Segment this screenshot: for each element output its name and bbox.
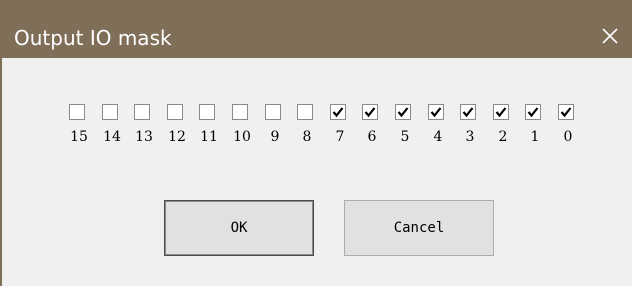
bit-11-checkbox[interactable] <box>199 104 215 120</box>
bit-14: 14 <box>97 104 127 164</box>
bit-0-checkbox[interactable] <box>558 104 574 120</box>
bit-10-label: 10 <box>233 129 251 145</box>
bit-5-checkbox[interactable] <box>395 104 411 120</box>
bit-2: 2 <box>488 104 518 164</box>
checkmark-icon <box>495 107 507 118</box>
bit-13: 13 <box>129 104 159 164</box>
bit-6-label: 6 <box>367 129 377 145</box>
dialog-title: Output IO mask <box>14 26 172 50</box>
bit-0: 0 <box>553 104 583 164</box>
bit-6: 6 <box>357 104 387 164</box>
bit-13-checkbox[interactable] <box>134 104 150 120</box>
bit-0-label: 0 <box>563 129 573 145</box>
bit-1: 1 <box>520 104 550 164</box>
bit-3-checkbox[interactable] <box>460 104 476 120</box>
bit-2-checkbox[interactable] <box>493 104 509 120</box>
checkmark-icon <box>332 107 344 118</box>
bit-12: 12 <box>162 104 192 164</box>
bit-5: 5 <box>390 104 420 164</box>
bit-14-checkbox[interactable] <box>102 104 118 120</box>
checkmark-icon <box>527 107 539 118</box>
cancel-button[interactable]: Cancel <box>344 200 494 256</box>
close-button[interactable] <box>590 18 630 54</box>
bit-4-label: 4 <box>433 129 443 145</box>
bit-10: 10 <box>227 104 257 164</box>
bit-3: 3 <box>455 104 485 164</box>
bit-11-label: 11 <box>200 129 218 145</box>
bit-14-label: 14 <box>103 129 121 145</box>
bit-13-label: 13 <box>135 129 153 145</box>
bit-2-label: 2 <box>498 129 508 145</box>
checkmark-icon <box>560 107 572 118</box>
bit-15: 15 <box>64 104 94 164</box>
bit-mask-checkbox-row: 15 14 13 12 11 10 9 8 7 6 5 4 3 2 1 0 <box>4 58 632 178</box>
bit-6-checkbox[interactable] <box>362 104 378 120</box>
dialog-body: 15 14 13 12 11 10 9 8 7 6 5 4 3 2 1 0 OK Cancel <box>4 58 632 286</box>
checkmark-icon <box>430 107 442 118</box>
bit-15-checkbox[interactable] <box>69 104 85 120</box>
bit-8-checkbox[interactable] <box>297 104 313 120</box>
bit-10-checkbox[interactable] <box>232 104 248 120</box>
bit-1-label: 1 <box>530 129 540 145</box>
bit-12-label: 12 <box>168 129 186 145</box>
bit-7: 7 <box>325 104 355 164</box>
title-bar[interactable]: Output IO mask <box>2 0 632 58</box>
bit-5-label: 5 <box>400 129 410 145</box>
bit-9-checkbox[interactable] <box>265 104 281 120</box>
bit-15-label: 15 <box>70 129 88 145</box>
bit-3-label: 3 <box>465 129 475 145</box>
checkmark-icon <box>364 107 376 118</box>
bit-7-label: 7 <box>335 129 345 145</box>
bit-4: 4 <box>423 104 453 164</box>
checkmark-icon <box>462 107 474 118</box>
checkmark-icon <box>397 107 409 118</box>
bit-4-checkbox[interactable] <box>428 104 444 120</box>
bit-11: 11 <box>194 104 224 164</box>
bit-8-label: 8 <box>302 129 312 145</box>
bit-12-checkbox[interactable] <box>167 104 183 120</box>
ok-button[interactable]: OK <box>164 200 314 256</box>
bit-9-label: 9 <box>270 129 280 145</box>
bit-8: 8 <box>292 104 322 164</box>
bit-9: 9 <box>260 104 290 164</box>
output-io-mask-dialog: Output IO mask 15 14 13 12 11 10 9 8 7 6 5 4 3 2 1 0 OK… <box>0 0 632 286</box>
bit-7-checkbox[interactable] <box>330 104 346 120</box>
close-icon <box>602 28 618 44</box>
bit-1-checkbox[interactable] <box>525 104 541 120</box>
